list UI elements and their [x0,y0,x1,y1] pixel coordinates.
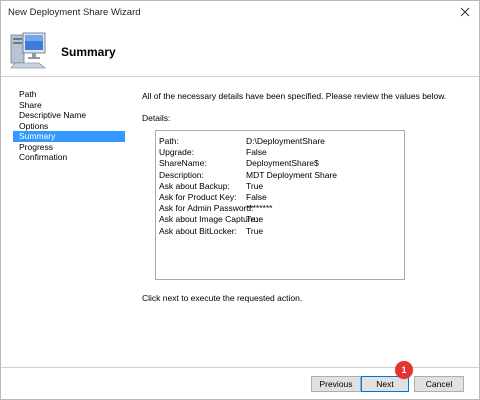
step-marker-badge: 1 [395,361,413,379]
detail-value: False [246,147,267,158]
detail-value: DeploymentShare$ [246,158,319,169]
details-box[interactable]: Path: D:\DeploymentShare Upgrade: False Shar… [155,130,405,280]
cancel-button[interactable]: Cancel [414,376,464,392]
step-options: Options [19,120,49,131]
detail-key: Ask about Backup: [159,180,230,191]
step-progress: Progress [19,141,54,152]
close-icon [460,7,470,17]
detail-key: Path: [159,136,179,146]
step-descriptive-name: Descriptive Name [19,110,87,120]
footer-text: Click next to execute the requested acti… [142,293,303,303]
page-title: Summary [61,45,116,59]
detail-value: D:\DeploymentShare [246,136,325,146]
wizard-steps: Path Share Descriptive Name Options Summary P… [13,89,125,163]
detail-key: Ask for Admin Password: [159,203,254,214]
detail-key: ShareName: [159,158,207,169]
detail-key: Upgrade: [159,147,194,158]
detail-value: MDT Deployment Share [246,169,338,180]
detail-key: Ask for Product Key: [159,192,237,202]
wizard-window: New Deployment Share Wizard Summary Path… [0,0,480,400]
detail-key: Ask about Image Capture: [159,214,258,225]
previous-button[interactable]: Previous [311,376,361,392]
detail-value: True [246,214,264,225]
wizard-header: Summary [1,23,479,77]
computer-icon [10,32,46,69]
detail-value: False [246,192,267,202]
step-path: Path [19,89,37,99]
window-title: New Deployment Share Wizard [8,7,141,18]
intro-text: All of the necessary details have been s… [142,91,447,101]
details-label: Details: [142,113,171,123]
detail-value: True [246,180,264,191]
step-confirmation: Confirmation [19,152,68,162]
detail-value: ******** [246,203,273,214]
step-summary: Summary [13,131,125,142]
detail-value: True [246,225,264,236]
title-bar: New Deployment Share Wizard [1,1,479,23]
detail-key: Ask about BitLocker: [159,225,237,236]
summary-content: All of the necessary details have been s… [134,89,474,363]
close-button[interactable] [451,1,479,23]
detail-key: Description: [159,169,204,180]
step-share: Share [19,99,42,110]
